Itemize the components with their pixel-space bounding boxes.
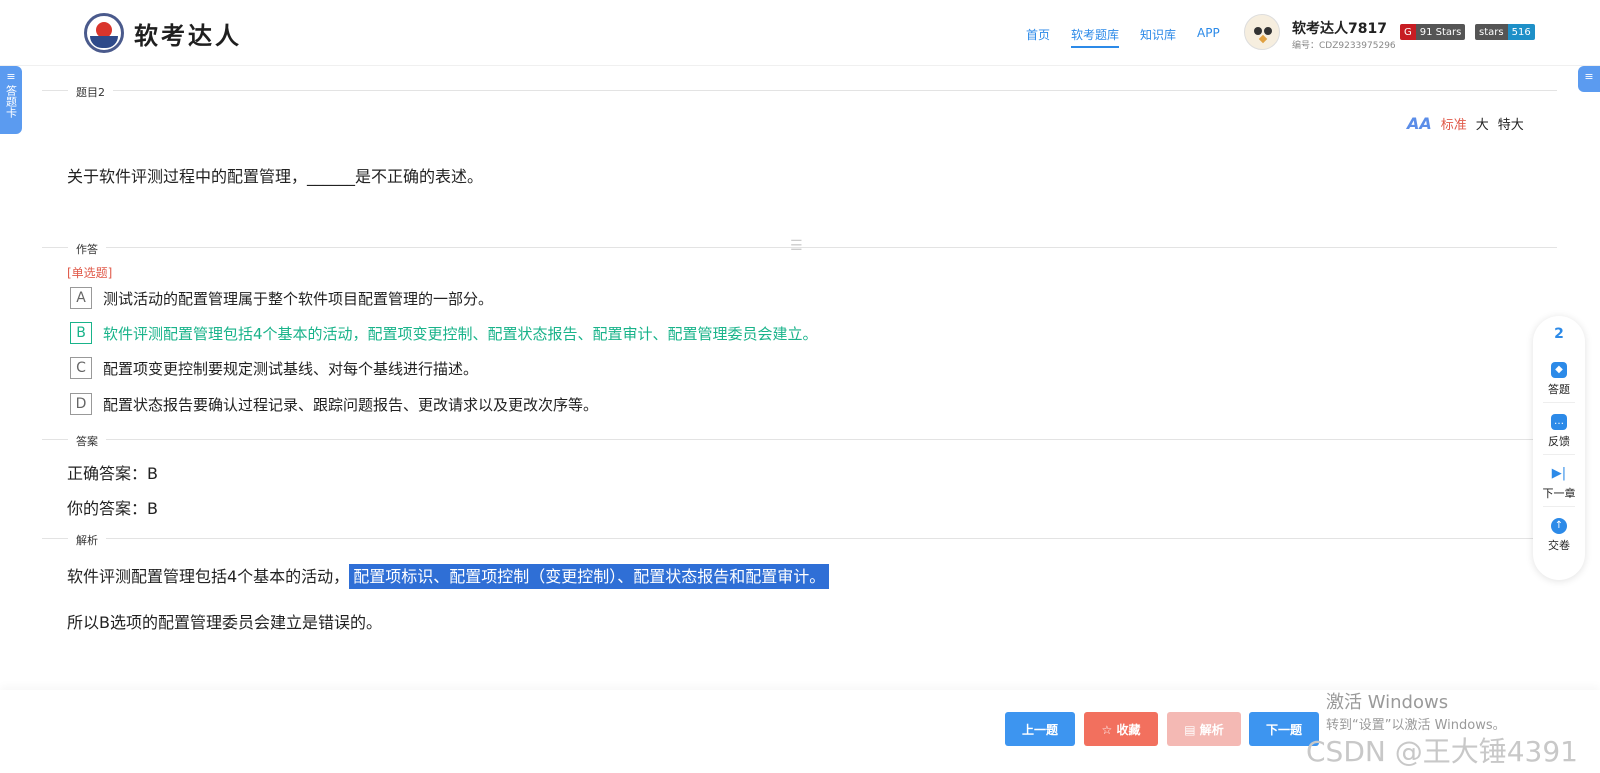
section-answer: 答案 — [42, 433, 1557, 449]
analysis-button[interactable]: ▤ 解析 — [1167, 712, 1241, 746]
option-c[interactable]: C 配置项变更控制要规定测试基线、对每个基线进行描述。 — [70, 357, 478, 379]
floating-toolbar: 2 ◆ 答题 … 反馈 ▶| 下一章 ↑ 交卷 — [1533, 316, 1585, 580]
option-d[interactable]: D 配置状态报告要确认过程记录、跟踪问题报告、更改请求以及更改次序等。 — [70, 393, 598, 415]
nav-question-bank[interactable]: 软考题库 — [1071, 26, 1120, 48]
analysis-line-2: 所以B选项的配置管理委员会建立是错误的。 — [67, 613, 382, 632]
menu-icon: ≡ — [1584, 70, 1594, 83]
answer-sheet-button[interactable]: ◆ 答题 — [1533, 362, 1585, 397]
question-number: 2 — [1554, 326, 1564, 342]
user-id: 编号：CDZ9233975296 — [1292, 41, 1396, 51]
font-size-large[interactable]: 大 — [1476, 114, 1489, 133]
gitee-icon: G — [1400, 24, 1416, 40]
user-name[interactable]: 软考达人7817 — [1292, 18, 1387, 38]
section-question: 题目2 — [42, 84, 1557, 100]
feedback-button[interactable]: … 反馈 — [1533, 414, 1585, 449]
user-avatar[interactable] — [1244, 14, 1280, 50]
csdn-watermark: CSDN @王大锤4391 — [1306, 735, 1578, 768]
right-menu-tab[interactable]: ≡ — [1578, 66, 1600, 92]
top-header: 软考达人 首页 软考题库 知识库 APP 软考达人7817 编号：CDZ9233… — [0, 0, 1600, 66]
drag-handle-icon[interactable]: ☰ — [790, 239, 810, 253]
font-size-switcher: AA 标准 大 特大 — [1407, 114, 1524, 133]
skip-next-icon: ▶| — [1551, 466, 1567, 481]
favorite-button[interactable]: ☆ 收藏 — [1084, 712, 1158, 746]
next-chapter-button[interactable]: ▶| 下一章 — [1533, 466, 1585, 501]
nav-app[interactable]: APP — [1197, 26, 1220, 40]
font-size-icon: AA — [1407, 114, 1432, 133]
menu-icon: ≡ — [6, 70, 16, 83]
github-stars-badge[interactable]: stars 516 — [1475, 24, 1535, 40]
prev-question-button[interactable]: 上一题 — [1005, 712, 1075, 746]
feedback-icon: … — [1551, 414, 1567, 430]
site-logo[interactable]: 软考达人 — [84, 13, 242, 53]
font-size-standard[interactable]: 标准 — [1441, 114, 1467, 133]
github-icon: stars — [1475, 24, 1508, 40]
logo-text: 软考达人 — [134, 21, 242, 50]
option-b[interactable]: B 软件评测配置管理包括4个基本的活动，配置项变更控制、配置状态报告、配置审计、… — [70, 322, 818, 344]
font-size-xlarge[interactable]: 特大 — [1498, 114, 1524, 133]
section-analysis: 解析 — [42, 532, 1557, 548]
analysis-line-1: 软件评测配置管理包括4个基本的活动， 配置项标识、配置项控制（变更控制）、配置状态… — [67, 563, 830, 589]
windows-activation-title: 激活 Windows — [1326, 692, 1449, 713]
answer-card-tab[interactable]: ≡ 答题卡 — [0, 66, 22, 134]
answer-icon: ◆ — [1551, 362, 1567, 378]
gitee-stars-badge[interactable]: G 91 Stars — [1400, 24, 1466, 40]
correct-answer: 正确答案：B — [67, 464, 158, 483]
selected-text: 配置项标识、配置项控制（变更控制）、配置状态报告和配置审计。 — [349, 564, 830, 589]
option-a[interactable]: A 测试活动的配置管理属于整个软件项目配置管理的一部分。 — [70, 287, 493, 309]
logo-icon — [84, 13, 124, 53]
upload-icon: ↑ — [1551, 518, 1567, 534]
question-type: [单选题] — [67, 266, 113, 280]
nav-knowledge-base[interactable]: 知识库 — [1140, 26, 1176, 43]
your-answer: 你的答案：B — [67, 499, 158, 518]
nav-home[interactable]: 首页 — [1026, 26, 1050, 43]
question-text: 关于软件评测过程中的配置管理，______是不正确的表述。 — [67, 167, 484, 186]
submit-button[interactable]: ↑ 交卷 — [1533, 518, 1585, 553]
